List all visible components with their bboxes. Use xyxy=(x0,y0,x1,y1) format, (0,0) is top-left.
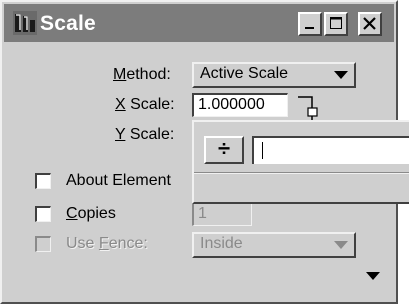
copies-label: Copies xyxy=(66,205,116,222)
use-fence-label: Use Fence: xyxy=(66,235,148,252)
use-fence-dropdown[interactable]: Inside xyxy=(192,232,356,258)
copies-checkbox[interactable] xyxy=(35,206,51,222)
app-icon xyxy=(13,11,37,35)
use-fence-value: Inside xyxy=(200,235,243,252)
y-scale-label: Y Scale: xyxy=(115,126,175,143)
method-dropdown[interactable]: Active Scale xyxy=(192,62,356,88)
chevron-down-icon xyxy=(334,71,348,79)
maximize-icon xyxy=(330,17,342,29)
chevron-down-icon xyxy=(334,241,348,249)
copies-input[interactable]: 1 xyxy=(192,202,252,226)
x-scale-label: X Scale: xyxy=(115,96,175,113)
close-button[interactable] xyxy=(358,12,382,36)
maximize-button[interactable] xyxy=(324,12,348,36)
popup-divider-highlight xyxy=(194,173,409,174)
about-element-label: About Element xyxy=(66,172,171,189)
method-label-rest: ethod: xyxy=(126,66,171,83)
calculator-input[interactable] xyxy=(252,136,409,164)
calculator-popup: ÷ xyxy=(192,120,409,204)
divide-operator-button[interactable]: ÷ xyxy=(204,136,244,164)
minimize-button[interactable] xyxy=(298,12,322,36)
expand-arrow-icon[interactable] xyxy=(366,272,380,281)
minimize-icon xyxy=(305,27,314,29)
text-caret xyxy=(262,142,263,159)
x-scale-input[interactable]: 1.000000 xyxy=(192,93,288,117)
use-fence-checkbox[interactable] xyxy=(35,236,51,252)
method-label: Method: xyxy=(113,66,171,83)
method-value: Active Scale xyxy=(200,65,289,82)
close-icon xyxy=(363,17,376,30)
window-title: Scale xyxy=(40,12,96,35)
title-bar[interactable]: Scale xyxy=(4,4,394,42)
about-element-checkbox[interactable] xyxy=(35,173,51,189)
